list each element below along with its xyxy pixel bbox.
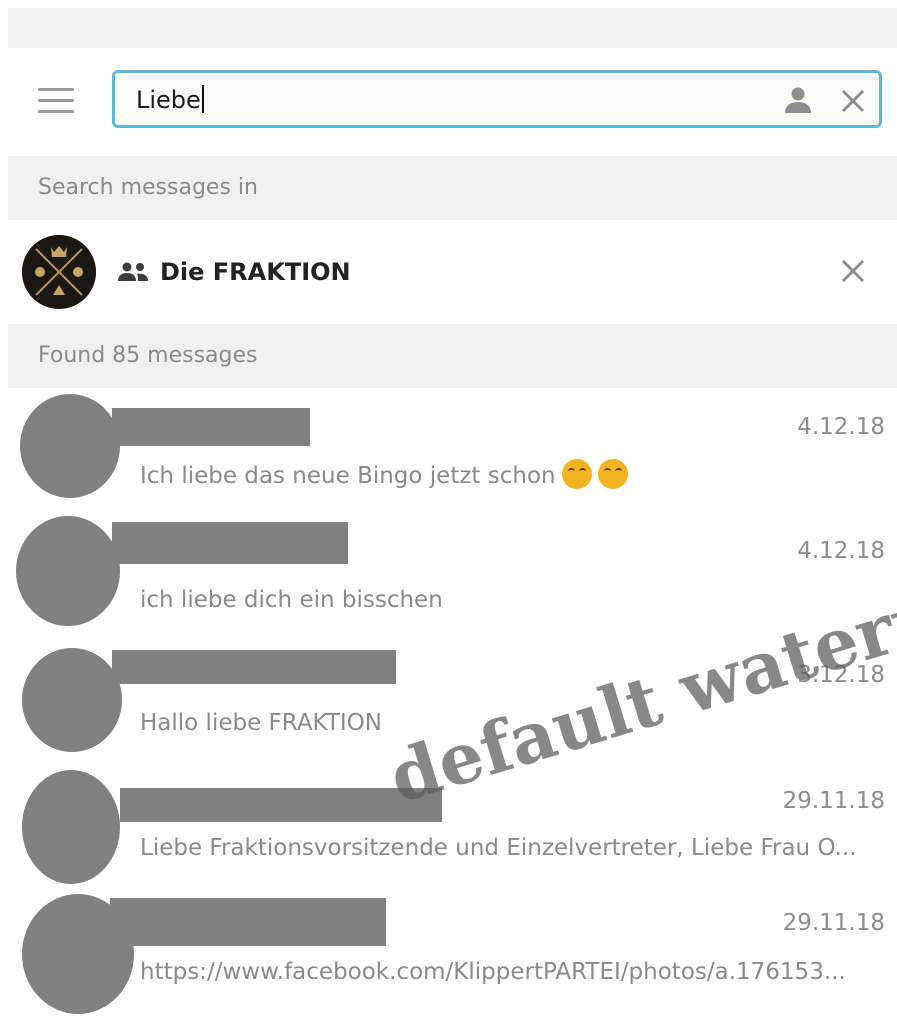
redacted-avatar (22, 648, 122, 752)
text-caret (201, 85, 204, 113)
search-result-item[interactable]: 29.11.18 https://www.facebook.com/Klippe… (0, 884, 897, 1014)
redacted-sender-name (110, 898, 386, 946)
search-result-item[interactable]: 4.12.18 ich liebe dich ein bisschen (0, 512, 897, 636)
search-input[interactable] (112, 70, 882, 128)
search-result-item[interactable]: 4.12.18 Ich liebe das neue Bingo jetzt s… (0, 388, 897, 512)
redacted-avatar (22, 770, 120, 884)
message-preview: ich liebe dich ein bisschen (140, 587, 443, 613)
message-date: 4.12.18 (797, 538, 885, 564)
chat-avatar (22, 235, 96, 309)
message-date: 4.12.18 (797, 414, 885, 440)
search-result-item[interactable]: 3.12.18 Hallo liebe FRAKTION (0, 636, 897, 760)
message-preview: Hallo liebe FRAKTION (140, 710, 382, 736)
crying-face-icon (597, 459, 628, 489)
message-date: 29.11.18 (782, 910, 885, 936)
hamburger-menu-icon[interactable] (38, 88, 74, 114)
chat-name: Die FRAKTION (160, 258, 351, 286)
redacted-sender-name (112, 650, 396, 684)
message-preview: https://www.facebook.com/KlippertPARTEI/… (140, 959, 846, 985)
message-preview: Ich liebe das neue Bingo jetzt schon (140, 459, 628, 492)
redacted-sender-name (112, 408, 310, 446)
group-icon (118, 262, 148, 281)
message-preview: Liebe Fraktionsvorsitzende und Einzelver… (140, 835, 857, 861)
crying-face-icon (561, 459, 592, 489)
redacted-sender-name (120, 788, 442, 822)
top-strip (8, 8, 897, 48)
search-in-heading: Search messages in (8, 156, 897, 220)
redacted-sender-name (112, 522, 348, 564)
chat-logo-icon (22, 235, 96, 309)
message-date: 3.12.18 (797, 662, 885, 688)
redacted-avatar (16, 516, 120, 626)
redacted-avatar (20, 394, 120, 498)
search-input-value[interactable]: Liebe (136, 84, 204, 116)
close-icon[interactable] (836, 84, 870, 118)
message-date: 29.11.18 (782, 788, 885, 814)
search-result-item[interactable]: 29.11.18 Liebe Fraktionsvorsitzende und … (0, 760, 897, 884)
results-count: Found 85 messages (8, 324, 897, 388)
person-icon[interactable] (782, 84, 814, 116)
close-icon[interactable] (836, 254, 870, 288)
